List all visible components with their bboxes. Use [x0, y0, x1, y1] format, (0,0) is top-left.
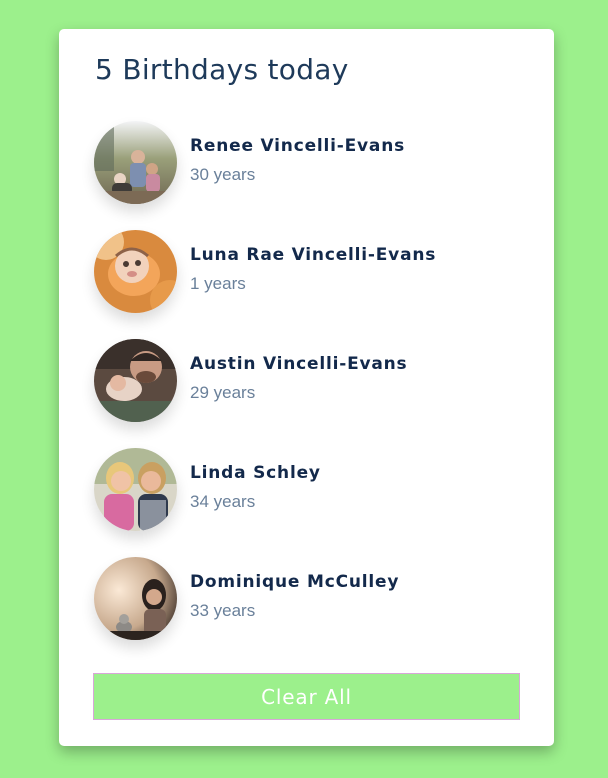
two-women-photo-avatar — [94, 448, 177, 531]
list-item: Linda Schley 34 years — [94, 448, 524, 557]
person-age: 1 years — [190, 274, 246, 293]
person-name: Renee Vincelli-Evans — [190, 136, 406, 156]
person-info: Renee Vincelli-Evans 30 years — [190, 136, 405, 185]
clear-all-button[interactable]: Clear All — [93, 673, 520, 720]
person-info: Linda Schley 34 years — [190, 463, 321, 512]
person-name: Linda Schley — [190, 463, 321, 483]
baby-photo-avatar — [94, 230, 177, 313]
list-item: Luna Rae Vincelli-Evans 1 years — [94, 230, 524, 339]
list-item: Austin Vincelli-Evans 29 years — [94, 339, 524, 448]
person-age: 34 years — [190, 492, 256, 511]
person-name: Dominique McCulley — [190, 572, 400, 592]
person-age: 29 years — [190, 383, 256, 402]
family-photo-avatar — [94, 121, 177, 204]
list-item: Renee Vincelli-Evans 30 years — [94, 121, 524, 230]
person-info: Luna Rae Vincelli-Evans 1 years — [190, 245, 436, 294]
person-age: 30 years — [190, 165, 256, 184]
birthday-card: 5 Birthdays today Renee Vincelli-Evans 3… — [59, 29, 554, 746]
father-baby-photo-avatar — [94, 339, 177, 422]
woman-portrait-photo-avatar — [94, 557, 177, 640]
person-info: Austin Vincelli-Evans 29 years — [190, 354, 407, 403]
list-item: Dominique McCulley 33 years — [94, 557, 524, 666]
person-info: Dominique McCulley 33 years — [190, 572, 399, 621]
card-title: 5 Birthdays today — [95, 53, 349, 86]
birthday-list: Renee Vincelli-Evans 30 years Luna Rae V… — [94, 121, 524, 666]
person-name: Austin Vincelli-Evans — [190, 354, 408, 374]
person-age: 33 years — [190, 601, 256, 620]
person-name: Luna Rae Vincelli-Evans — [190, 245, 437, 265]
